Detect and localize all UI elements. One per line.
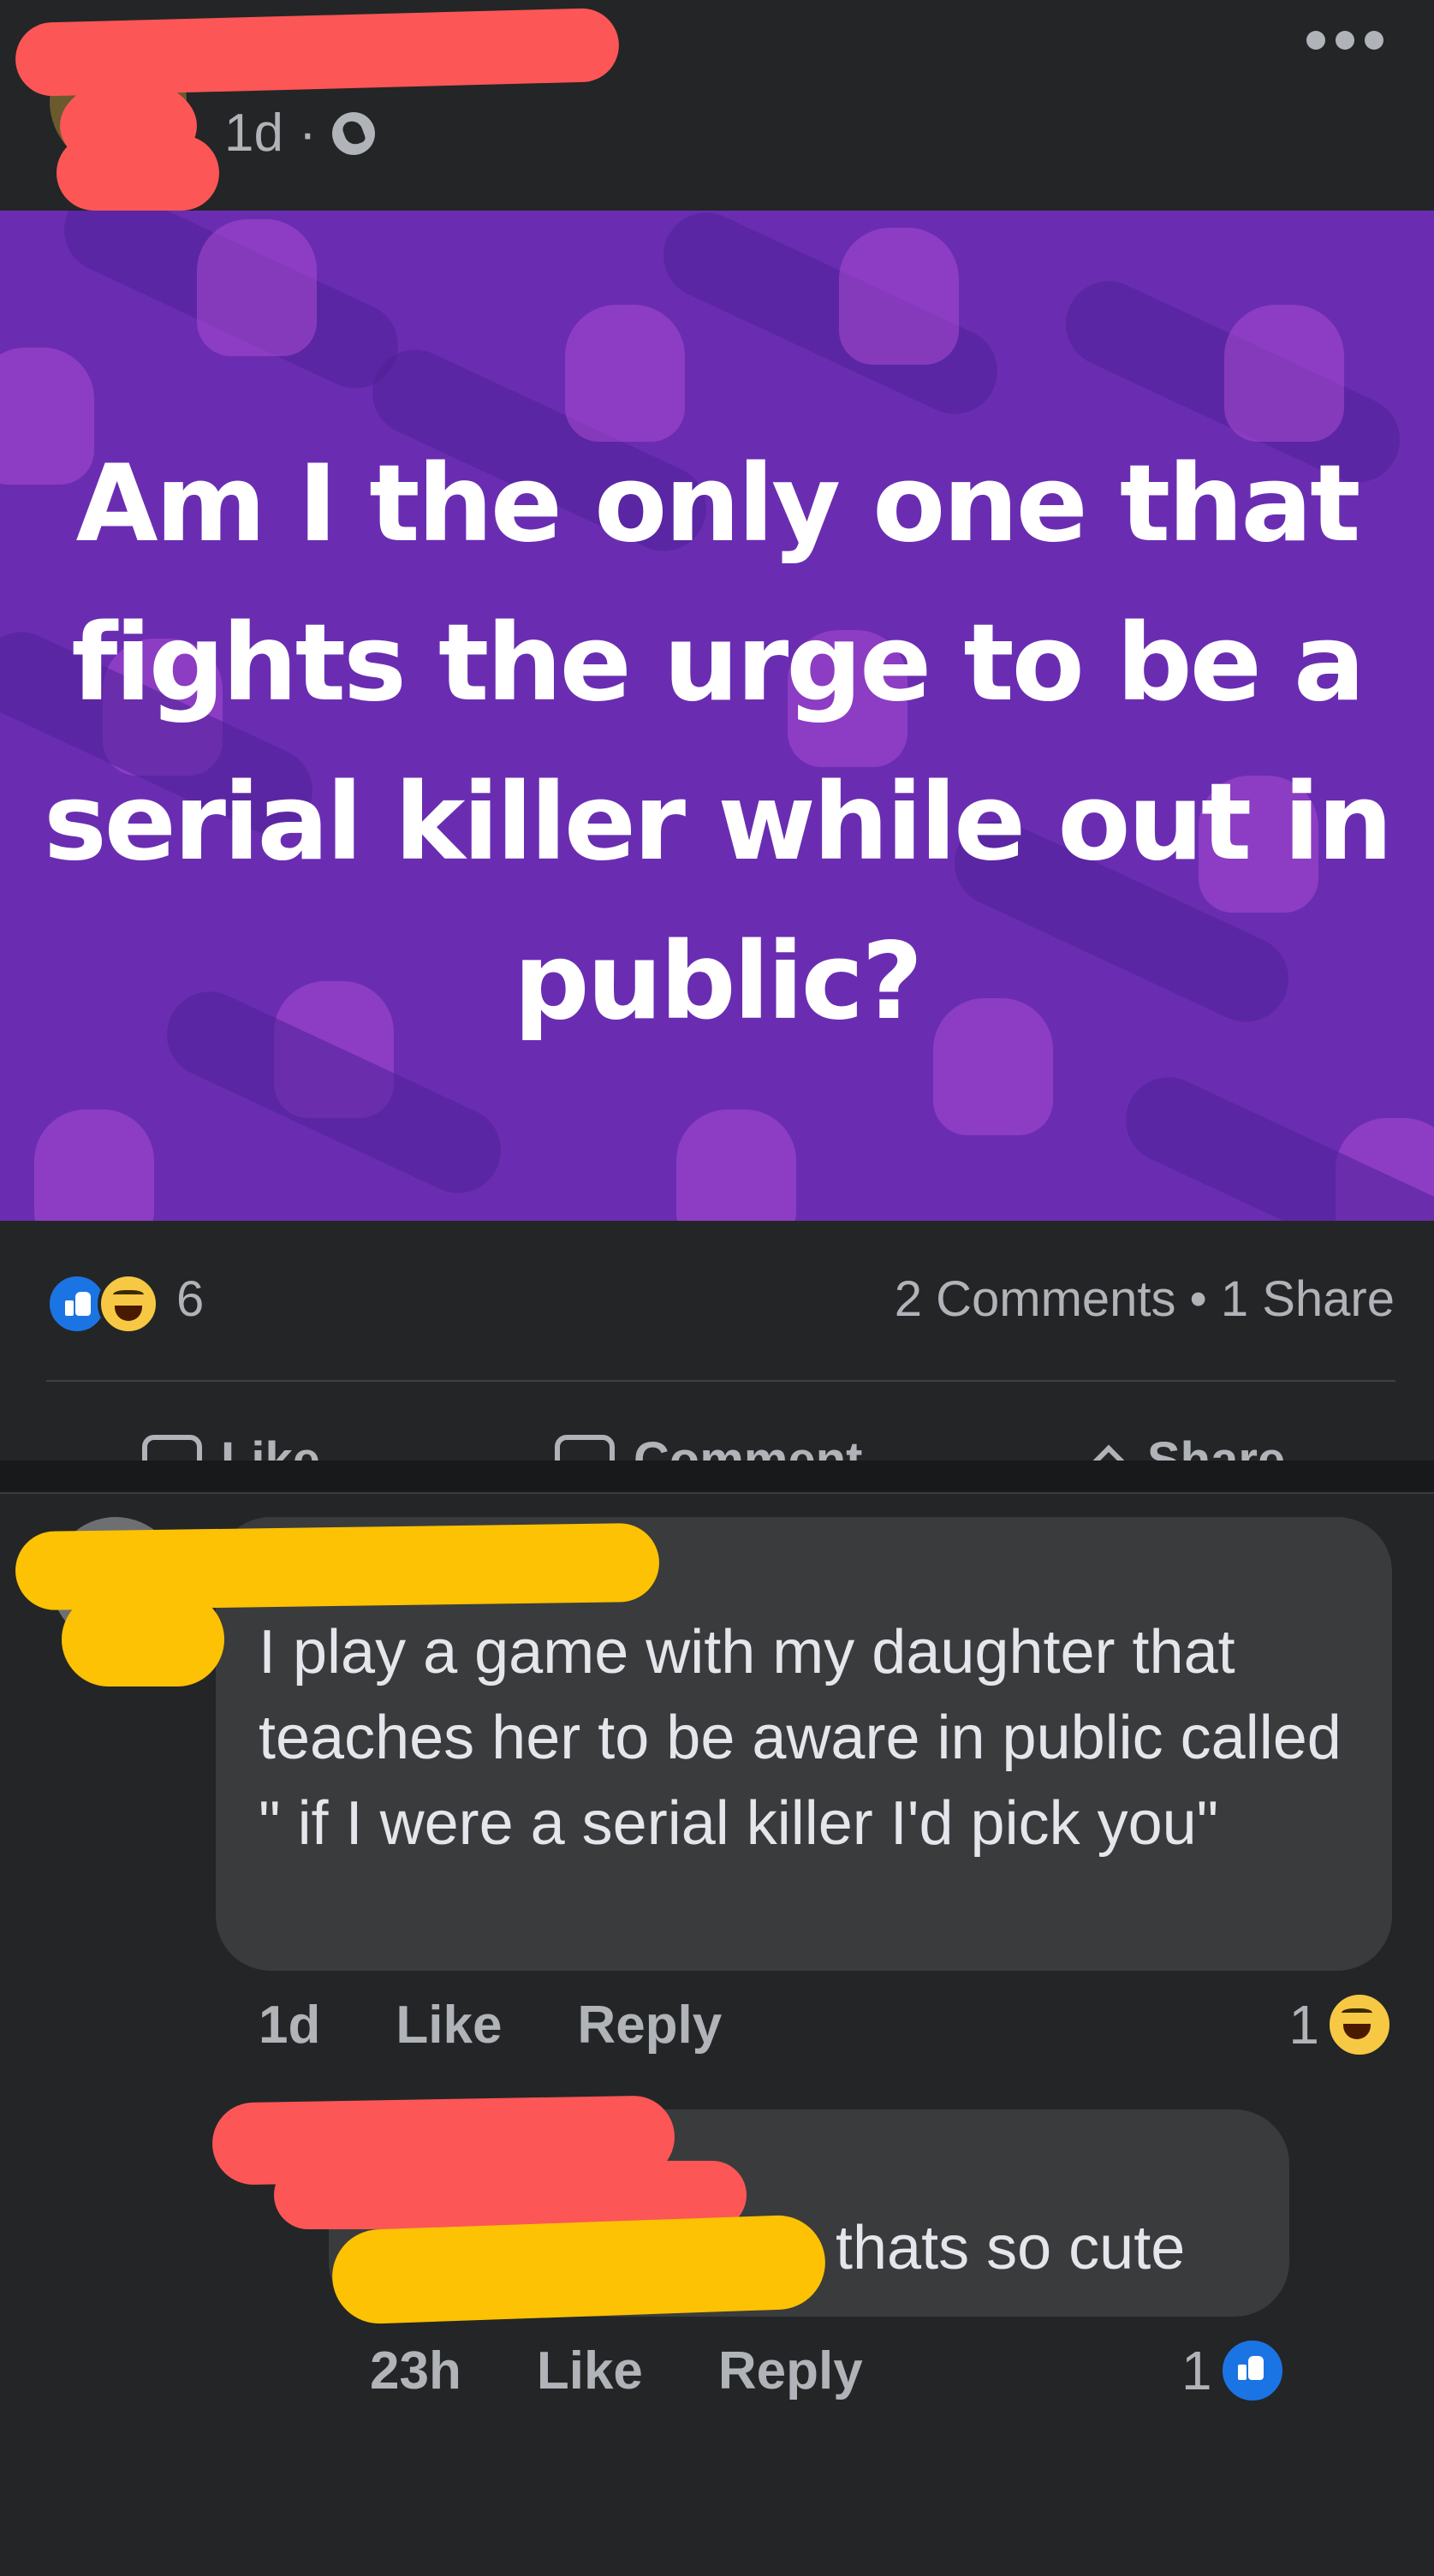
skull-pattern: [565, 305, 685, 442]
comment-icon: [555, 1434, 615, 1461]
comment-time[interactable]: 1d: [259, 1995, 320, 2055]
reaction-count[interactable]: 6: [176, 1270, 204, 1328]
more-dot-icon: [1336, 31, 1354, 50]
redaction-mark: [62, 1592, 224, 1687]
comment-text: I play a game with my daughter that teac…: [259, 1618, 1342, 1858]
share-label: Share: [1147, 1432, 1286, 1461]
post-meta: 1d ·: [224, 103, 375, 164]
like-reaction-icon: [1218, 2337, 1286, 2404]
more-options-button[interactable]: [1306, 19, 1383, 62]
reaction-summary[interactable]: [46, 1273, 159, 1335]
thumbs-up-icon: [142, 1434, 202, 1461]
section-gap: [0, 1461, 1434, 1495]
post-timestamp[interactable]: 1d: [224, 103, 283, 164]
share-icon: [1080, 1444, 1137, 1461]
haha-reaction-icon: [1326, 1991, 1393, 2058]
skull-pattern: [197, 219, 317, 356]
reply-reply-button[interactable]: Reply: [718, 2341, 863, 2401]
globe-icon: [331, 111, 375, 155]
share-button[interactable]: Share: [1080, 1431, 1286, 1461]
more-dot-icon: [1365, 31, 1383, 50]
post-action-row: Like Comment Share: [0, 1382, 1434, 1461]
reply-like-button[interactable]: Like: [537, 2341, 643, 2401]
reply-reaction-summary[interactable]: 1: [1181, 2337, 1286, 2404]
stats-separator: •: [1189, 1271, 1207, 1327]
post-image[interactable]: Am I the only one that fights the urge t…: [0, 211, 1434, 1221]
skull-pattern: [839, 228, 959, 365]
comment-actions: 1d Like Reply: [259, 1995, 722, 2055]
reply-reaction-count: 1: [1181, 2340, 1212, 2401]
comments-count-link[interactable]: 2 Comments: [895, 1270, 1176, 1328]
comment-reaction-summary[interactable]: 1: [1288, 1991, 1393, 2058]
redaction-mark: [60, 79, 197, 173]
meta-separator: ·: [298, 104, 317, 163]
like-button[interactable]: Like: [142, 1431, 320, 1461]
comments-shares-summary: 2 Comments • 1 Share: [895, 1270, 1395, 1328]
more-dot-icon: [1306, 31, 1325, 50]
like-label: Like: [221, 1432, 321, 1461]
comment-button[interactable]: Comment: [555, 1431, 862, 1461]
shares-count-link[interactable]: 1 Share: [1221, 1270, 1395, 1328]
comment-reply-button[interactable]: Reply: [577, 1995, 722, 2055]
comment-label: Comment: [634, 1432, 863, 1461]
redaction-mark: [330, 2213, 827, 2326]
skull-pattern: [34, 1110, 154, 1221]
comment-reaction-count: 1: [1288, 1994, 1319, 2055]
reply-time[interactable]: 23h: [370, 2341, 461, 2401]
post-image-caption: Am I the only one that fights the urge t…: [43, 443, 1393, 1044]
haha-reaction-icon: [98, 1273, 159, 1335]
reply-text: thats so cute: [836, 2214, 1186, 2282]
skull-pattern: [676, 1110, 796, 1221]
comment-like-button[interactable]: Like: [396, 1995, 502, 2055]
reply-actions: 23h Like Reply: [370, 2341, 863, 2401]
skull-pattern: [1224, 305, 1344, 442]
